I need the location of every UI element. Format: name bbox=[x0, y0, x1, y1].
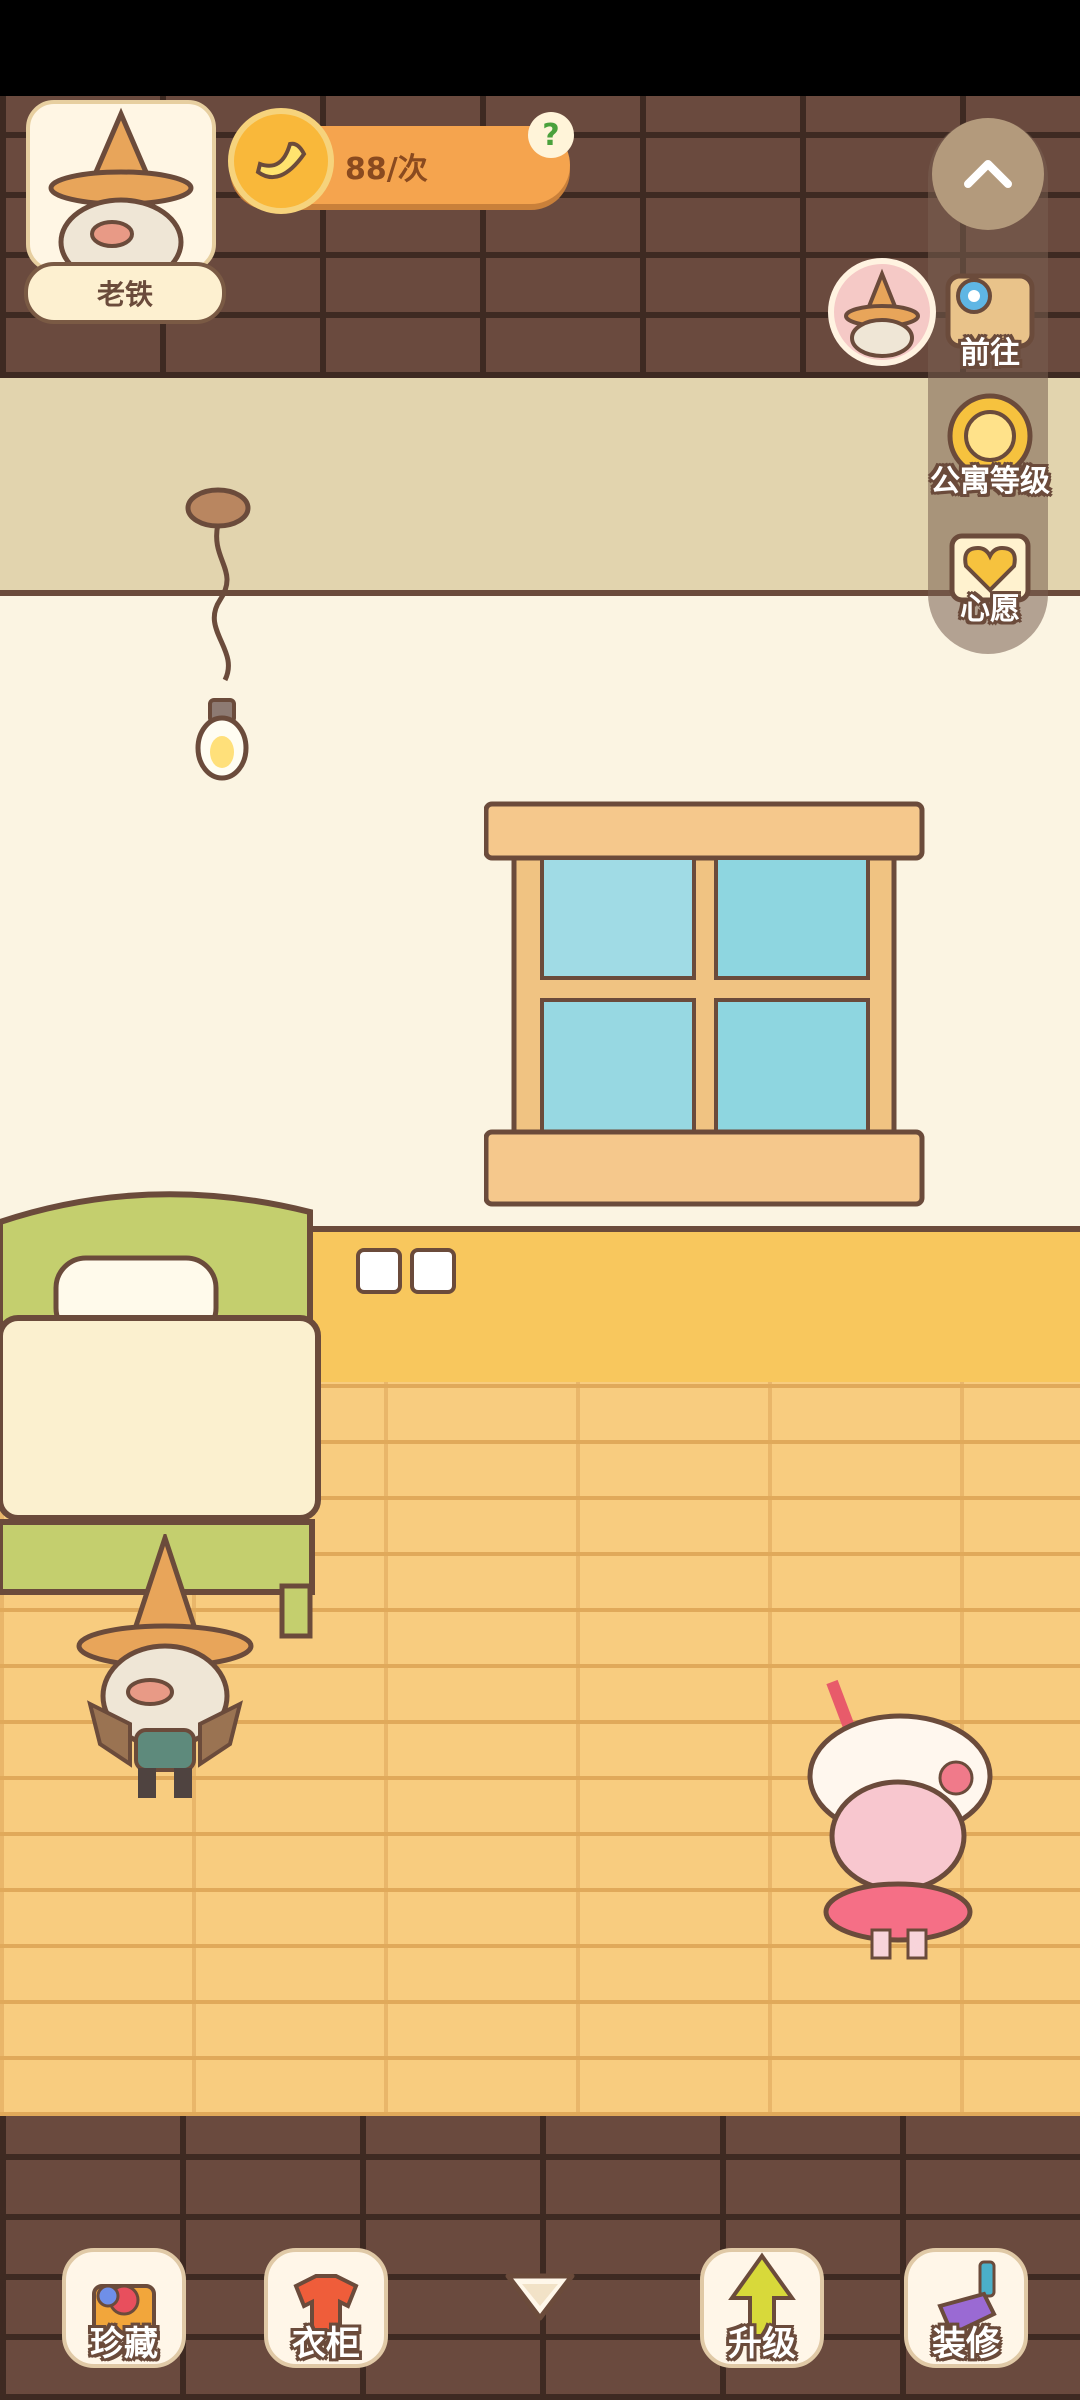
banana-coin-icon bbox=[228, 108, 334, 214]
wardrobe-label: 衣柜 bbox=[292, 2324, 360, 2364]
character-milkshake[interactable] bbox=[800, 1676, 996, 1962]
collection-label: 珍藏 bbox=[90, 2324, 158, 2364]
power-outlet bbox=[356, 1248, 402, 1294]
goto-label: 前往 bbox=[960, 336, 1020, 371]
character-avatar[interactable] bbox=[26, 100, 216, 272]
decorate-label: 装修 bbox=[932, 2324, 1000, 2364]
window[interactable] bbox=[484, 800, 926, 1210]
upgrade-label: 升级 bbox=[728, 2324, 796, 2364]
expand-down-button[interactable] bbox=[500, 2266, 580, 2330]
character-name-plate: 老铁 bbox=[24, 262, 226, 324]
character-name: 老铁 bbox=[96, 278, 153, 311]
triangle-down-icon bbox=[505, 2273, 575, 2321]
hanging-lamp[interactable] bbox=[170, 480, 280, 790]
light-switch bbox=[410, 1248, 456, 1294]
chevron-up-icon bbox=[964, 160, 1012, 188]
character-laotie[interactable] bbox=[70, 1534, 260, 1804]
collapse-menu-button[interactable] bbox=[932, 118, 1044, 230]
help-icon[interactable]: ? bbox=[528, 112, 574, 158]
status-bar bbox=[0, 0, 1080, 96]
wish-label: 心愿 bbox=[960, 592, 1020, 627]
apartment-level-label: 公寓等级 bbox=[930, 464, 1050, 499]
cost-text: 88/次 bbox=[345, 152, 428, 187]
avatar-portrait-icon bbox=[48, 107, 194, 268]
